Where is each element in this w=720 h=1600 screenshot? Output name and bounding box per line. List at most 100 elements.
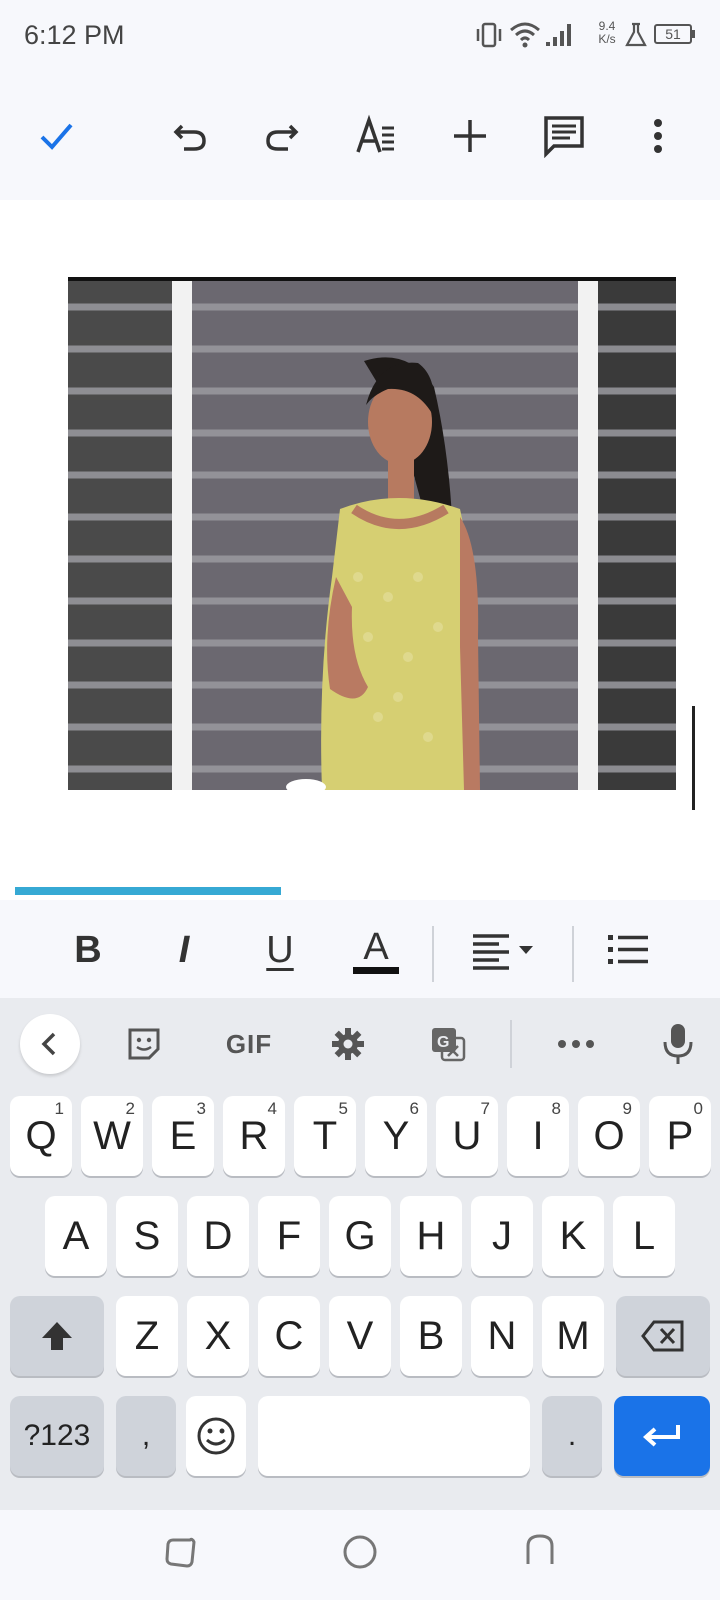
gif-button[interactable]: GIF bbox=[214, 1016, 284, 1072]
emoji-key[interactable] bbox=[186, 1396, 246, 1476]
keyboard-settings-button[interactable] bbox=[320, 1016, 376, 1072]
recents-button[interactable] bbox=[162, 1534, 198, 1570]
suggestion-divider bbox=[510, 1020, 512, 1068]
key-label: Y bbox=[382, 1113, 410, 1158]
more-vert-icon bbox=[654, 119, 662, 153]
italic-button[interactable]: I bbox=[156, 922, 212, 978]
key-z[interactable]: Z bbox=[116, 1296, 178, 1376]
key-hint: 7 bbox=[480, 1099, 490, 1118]
shift-arrow-icon bbox=[42, 1322, 72, 1350]
key-hint: 8 bbox=[551, 1099, 561, 1118]
key-hint: 6 bbox=[409, 1099, 419, 1118]
key-m[interactable]: M bbox=[542, 1296, 604, 1376]
key-x[interactable]: X bbox=[187, 1296, 249, 1376]
sticker-icon bbox=[128, 1028, 160, 1060]
enter-arrow-icon bbox=[642, 1425, 680, 1447]
key-y[interactable]: Y6 bbox=[365, 1096, 427, 1176]
key-label: P bbox=[666, 1113, 694, 1158]
comment-button[interactable] bbox=[538, 110, 590, 162]
key-label: E bbox=[169, 1113, 197, 1158]
home-button[interactable] bbox=[342, 1534, 378, 1570]
emoji-icon bbox=[197, 1417, 235, 1455]
network-speed: 9.4 K/s bbox=[592, 20, 622, 46]
key-label: T bbox=[312, 1113, 338, 1158]
key-label: Q bbox=[25, 1113, 57, 1158]
key-w[interactable]: W2 bbox=[81, 1096, 143, 1176]
microphone-icon bbox=[663, 1024, 693, 1064]
space-key[interactable] bbox=[258, 1396, 530, 1476]
text-format-button[interactable] bbox=[350, 110, 402, 162]
back-button[interactable] bbox=[522, 1532, 558, 1568]
translate-button[interactable]: G bbox=[420, 1016, 476, 1072]
key-label: O bbox=[593, 1113, 625, 1158]
key-h[interactable]: H bbox=[400, 1196, 462, 1276]
check-icon bbox=[40, 123, 73, 150]
chevron-left-icon bbox=[41, 1032, 56, 1056]
text-format-icon bbox=[356, 114, 394, 153]
key-o[interactable]: O9 bbox=[578, 1096, 640, 1176]
key-r[interactable]: R4 bbox=[223, 1096, 285, 1176]
text-color-button[interactable]: A bbox=[348, 922, 404, 978]
bold-button[interactable]: B bbox=[60, 922, 116, 978]
shift-key[interactable] bbox=[10, 1296, 104, 1376]
key-b[interactable]: B bbox=[400, 1296, 462, 1376]
add-icon bbox=[454, 120, 486, 152]
key-hint: 3 bbox=[196, 1099, 206, 1118]
key-j[interactable]: J bbox=[471, 1196, 533, 1276]
key-label: W bbox=[93, 1113, 131, 1158]
key-hint: 5 bbox=[338, 1099, 348, 1118]
more-options-keyboard-button[interactable] bbox=[548, 1016, 604, 1072]
comma-key[interactable]: , bbox=[116, 1396, 176, 1476]
key-n[interactable]: N bbox=[471, 1296, 533, 1376]
wifi-icon bbox=[510, 22, 540, 48]
bullet-list-icon bbox=[608, 935, 648, 964]
key-k[interactable]: K bbox=[542, 1196, 604, 1276]
sticker-button[interactable] bbox=[116, 1016, 172, 1072]
status-time: 6:12 PM bbox=[24, 20, 125, 50]
text-color-label: A bbox=[363, 925, 389, 968]
backspace-key[interactable] bbox=[616, 1296, 710, 1376]
key-u[interactable]: U7 bbox=[436, 1096, 498, 1176]
key-hint: 0 bbox=[693, 1099, 703, 1118]
keyboard-back-button[interactable] bbox=[20, 1014, 80, 1074]
key-e[interactable]: E3 bbox=[152, 1096, 214, 1176]
backspace-icon bbox=[641, 1320, 684, 1352]
key-s[interactable]: S bbox=[116, 1196, 178, 1276]
key-c[interactable]: C bbox=[258, 1296, 320, 1376]
key-p[interactable]: P0 bbox=[649, 1096, 711, 1176]
bullet-list-button[interactable] bbox=[600, 922, 656, 978]
done-button[interactable] bbox=[30, 110, 82, 162]
symbols-key[interactable]: ?123 bbox=[10, 1396, 104, 1476]
gear-icon bbox=[332, 1028, 364, 1060]
key-q[interactable]: Q1 bbox=[10, 1096, 72, 1176]
key-v[interactable]: V bbox=[329, 1296, 391, 1376]
format-divider bbox=[572, 926, 574, 982]
translate-icon: G bbox=[432, 1028, 466, 1062]
key-d[interactable]: D bbox=[187, 1196, 249, 1276]
key-g[interactable]: G bbox=[329, 1196, 391, 1276]
redo-button[interactable] bbox=[256, 110, 308, 162]
key-a[interactable]: A bbox=[45, 1196, 107, 1276]
key-l[interactable]: L bbox=[613, 1196, 675, 1276]
network-speed-unit: K/s bbox=[598, 32, 616, 46]
redo-icon bbox=[266, 124, 299, 151]
underline-button[interactable]: U bbox=[252, 922, 308, 978]
key-hint: 1 bbox=[54, 1099, 64, 1118]
battery-indicator: 51 bbox=[654, 24, 692, 44]
align-left-icon bbox=[473, 934, 533, 970]
period-key[interactable]: . bbox=[542, 1396, 602, 1476]
text-color-swatch bbox=[353, 966, 399, 974]
signal-icon bbox=[546, 24, 571, 46]
key-label: R bbox=[239, 1113, 269, 1158]
comment-icon bbox=[544, 116, 584, 158]
key-i[interactable]: I8 bbox=[507, 1096, 569, 1176]
voice-input-button[interactable] bbox=[650, 1016, 706, 1072]
align-dropdown[interactable] bbox=[466, 922, 542, 978]
document-image[interactable] bbox=[68, 277, 676, 790]
undo-button[interactable] bbox=[164, 110, 216, 162]
more-options-button[interactable] bbox=[632, 110, 684, 162]
enter-key[interactable] bbox=[614, 1396, 710, 1476]
key-t[interactable]: T5 bbox=[294, 1096, 356, 1176]
key-f[interactable]: F bbox=[258, 1196, 320, 1276]
insert-button[interactable] bbox=[444, 110, 496, 162]
